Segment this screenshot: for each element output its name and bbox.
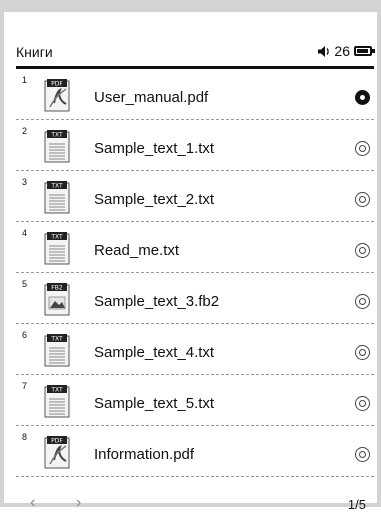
file-type-label: TXT xyxy=(50,183,63,190)
speaker-icon xyxy=(317,45,330,58)
file-name: User_manual.pdf xyxy=(94,89,209,106)
item-number: 3 xyxy=(22,177,28,187)
radio-icon[interactable] xyxy=(355,447,370,462)
pdf-file-icon: PDF xyxy=(44,436,70,469)
file-name: Sample_text_2.txt xyxy=(94,191,215,208)
file-type-label: TXT xyxy=(50,336,63,343)
file-type-label: TXT xyxy=(50,132,63,139)
item-number: 1 xyxy=(22,75,28,85)
page-title: Книги xyxy=(16,44,53,60)
file-type-label: TXT xyxy=(50,387,63,394)
chevron-left-icon[interactable]: ‹ xyxy=(30,494,35,512)
item-number: 5 xyxy=(22,279,28,289)
item-number: 6 xyxy=(22,330,28,340)
list-item[interactable]: 3 TXT Sample_text_2.txt xyxy=(16,171,374,222)
file-type-label: FB2 xyxy=(51,285,63,292)
list-item[interactable]: 2 TXT Sample_text_1.txt xyxy=(16,120,374,171)
status-area: 26 xyxy=(317,42,375,60)
list-item[interactable]: 7 TXT Sample_text_5.txt xyxy=(16,375,374,426)
chevron-right-icon[interactable]: › xyxy=(76,494,81,512)
list-item[interactable]: 5 FB2 Sample_text_3.fb2 xyxy=(16,273,374,324)
list-item[interactable]: 6 TXT Sample_text_4.txt xyxy=(16,324,374,375)
file-name: Sample_text_5.txt xyxy=(94,395,215,412)
file-type-label: PDF xyxy=(51,438,63,445)
txt-file-icon: TXT xyxy=(44,181,70,214)
file-list: 1 PDF User_manual.pdf 2 TXT Sample_text_1.txt… xyxy=(16,69,374,477)
file-name: Sample_text_1.txt xyxy=(94,140,215,157)
txt-file-icon: TXT xyxy=(44,385,70,418)
battery-icon xyxy=(354,46,375,56)
pagination-bar: ‹ › 1/5 xyxy=(16,494,374,516)
list-item[interactable]: 1 PDF User_manual.pdf xyxy=(16,69,374,120)
page-indicator: 1/5 xyxy=(347,497,366,512)
file-name: Sample_text_4.txt xyxy=(94,344,215,361)
pdf-file-icon: PDF xyxy=(44,79,70,112)
file-name: Read_me.txt xyxy=(94,242,180,259)
radio-icon[interactable] xyxy=(355,294,370,309)
list-item[interactable]: 8 PDF Information.pdf xyxy=(16,426,374,477)
item-number: 7 xyxy=(22,381,28,391)
radio-selected-icon[interactable] xyxy=(355,90,370,105)
battery-level: 26 xyxy=(334,43,350,59)
list-item[interactable]: 4 TXT Read_me.txt xyxy=(16,222,374,273)
header-bar: Книги 26 xyxy=(16,32,375,66)
radio-icon[interactable] xyxy=(355,141,370,156)
txt-file-icon: TXT xyxy=(44,130,70,163)
file-type-label: PDF xyxy=(51,81,63,88)
radio-icon[interactable] xyxy=(355,192,370,207)
file-name: Sample_text_3.fb2 xyxy=(94,293,220,310)
item-number: 8 xyxy=(22,432,28,442)
fb2-file-icon: FB2 xyxy=(44,283,70,316)
item-number: 4 xyxy=(22,228,28,238)
file-type-label: TXT xyxy=(50,234,63,241)
file-name: Information.pdf xyxy=(94,446,195,463)
device-frame: Книги 26 1 PDF User_manual.pdf 2 TXT Sample_t… xyxy=(0,0,381,512)
radio-icon[interactable] xyxy=(355,396,370,411)
radio-icon[interactable] xyxy=(355,345,370,360)
radio-icon[interactable] xyxy=(355,243,370,258)
txt-file-icon: TXT xyxy=(44,232,70,265)
item-number: 2 xyxy=(22,126,28,136)
txt-file-icon: TXT xyxy=(44,334,70,367)
